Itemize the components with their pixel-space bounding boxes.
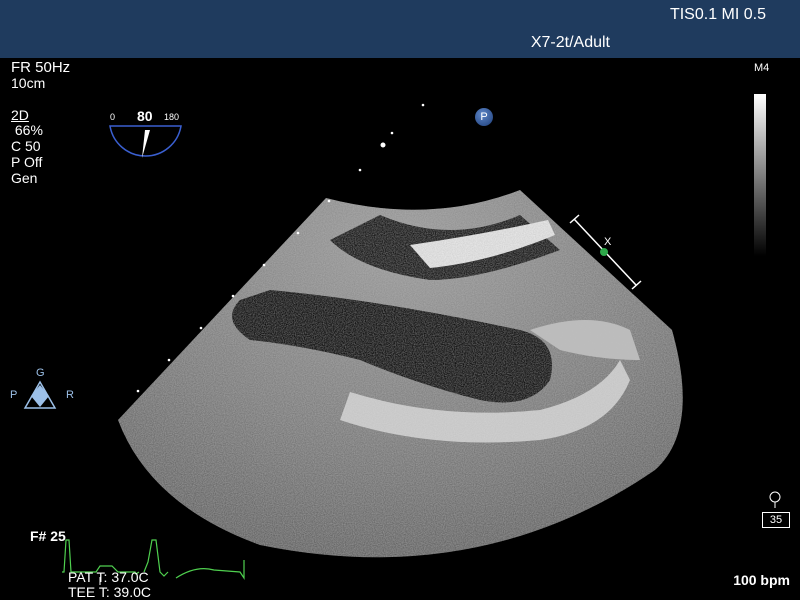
orientation-top: G: [36, 367, 45, 379]
orientation-marker-icon: [23, 380, 57, 409]
respiration-icon: [769, 491, 781, 508]
position-badge[interactable]: P: [475, 108, 493, 126]
angle-min: 0: [110, 112, 115, 122]
focus-marker-label: X: [604, 236, 612, 248]
grayscale-map-label: M4: [754, 62, 770, 74]
frame-number: F# 25: [30, 528, 66, 544]
grayscale-bar: [754, 94, 766, 256]
heart-rate: 100 bpm: [733, 572, 790, 588]
depth: 10cm: [11, 75, 46, 91]
power-setting: P Off: [11, 154, 43, 170]
angle-value: 80: [137, 108, 153, 124]
angle-max: 180: [164, 112, 179, 122]
focus-dot[interactable]: [600, 248, 608, 256]
preset: Gen: [11, 170, 38, 186]
patient-temperature: PAT T: 37.0C: [68, 569, 149, 585]
compression: C 50: [11, 138, 41, 154]
probe-angle-indicator: [109, 125, 182, 158]
frame-rate: FR 50Hz: [11, 59, 71, 76]
imaging-mode[interactable]: 2D: [11, 108, 29, 123]
ultrasound-image: X 0 80 180: [23, 103, 781, 585]
tee-temperature: TEE T: 39.0C: [68, 584, 152, 600]
respiration-box: 35: [762, 512, 790, 528]
orientation-left: P: [10, 389, 18, 401]
gain: 66%: [11, 122, 43, 138]
orientation-right: R: [66, 389, 74, 401]
